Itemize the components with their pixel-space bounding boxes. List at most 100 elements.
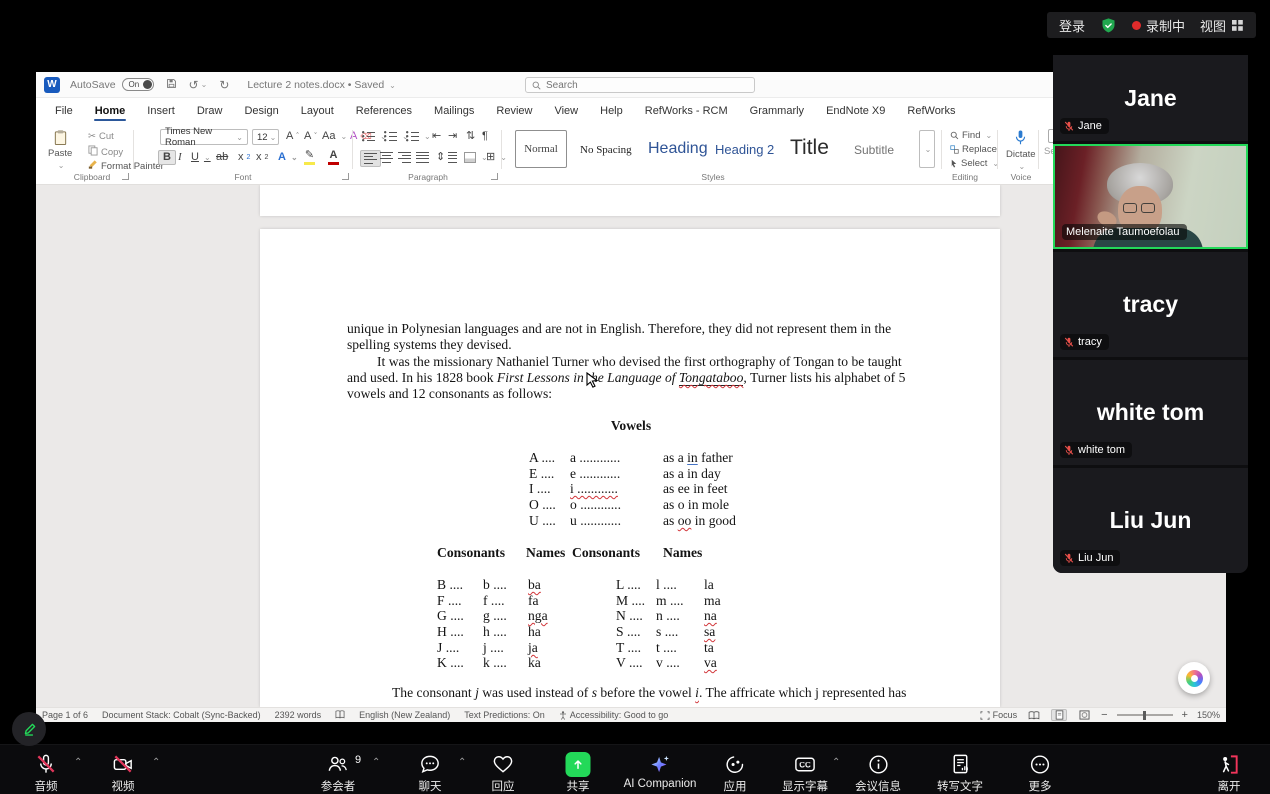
document-canvas[interactable]: unique in Polynesian languages and are n…: [36, 185, 1226, 707]
tab-grammarly[interactable]: Grammarly: [739, 99, 815, 123]
more-button[interactable]: 更多: [1029, 752, 1052, 794]
bullets-button[interactable]: ⌄: [362, 131, 387, 142]
page-indicator[interactable]: Page 1 of 6: [42, 710, 88, 720]
tab-draw[interactable]: Draw: [186, 99, 234, 123]
captions-button[interactable]: CC 显示字幕: [782, 752, 828, 794]
search-box[interactable]: [525, 77, 755, 93]
align-left-button[interactable]: [360, 150, 381, 167]
superscript-button[interactable]: x2: [256, 152, 268, 163]
replace-button[interactable]: Replace: [950, 144, 997, 155]
style-no-spacing[interactable]: No Spacing: [580, 144, 632, 156]
font-dialog-launcher-icon[interactable]: [342, 173, 349, 180]
dictate-button[interactable]: Dictate⌄: [1006, 129, 1036, 171]
participant-video-tile[interactable]: Melenaite Taumoefolau: [1053, 144, 1248, 249]
underline-button[interactable]: U⌄: [191, 152, 211, 163]
grow-font-button[interactable]: Aˆ: [286, 131, 299, 142]
tab-layout[interactable]: Layout: [290, 99, 345, 123]
style-heading2[interactable]: Heading 2: [715, 142, 774, 157]
highlight-button[interactable]: ✎: [304, 150, 315, 165]
font-name-select[interactable]: Times New Roman⌄: [160, 129, 248, 145]
tab-mailings[interactable]: Mailings: [423, 99, 485, 123]
tab-insert[interactable]: Insert: [136, 99, 186, 123]
search-input[interactable]: [546, 80, 748, 91]
autosave-toggle[interactable]: On: [122, 78, 154, 91]
tab-refworks-rcm[interactable]: RefWorks - RCM: [634, 99, 739, 123]
participants-options-chevron-icon[interactable]: ⌃: [372, 757, 380, 768]
web-layout-button[interactable]: [1076, 709, 1092, 721]
audio-options-chevron-icon[interactable]: ⌃: [74, 757, 82, 768]
shading-button[interactable]: ⌄: [464, 152, 488, 163]
change-case-button[interactable]: Aa⌄: [322, 131, 347, 142]
chat-button[interactable]: 聊天: [419, 752, 442, 794]
clipboard-dialog-launcher-icon[interactable]: [122, 173, 129, 180]
copilot-button[interactable]: [1178, 662, 1210, 694]
zoom-slider-handle[interactable]: [1143, 711, 1146, 720]
apps-button[interactable]: 应用: [724, 752, 747, 794]
word-count[interactable]: 2392 words: [275, 710, 322, 720]
find-button[interactable]: Find⌄: [950, 130, 992, 141]
text-effects-button[interactable]: A⌄: [278, 152, 298, 163]
share-button[interactable]: 共享: [566, 752, 591, 794]
participant-tile-jane[interactable]: Jane Jane: [1053, 55, 1248, 141]
strikethrough-button[interactable]: ab: [216, 152, 228, 163]
focus-button[interactable]: Focus: [980, 710, 1018, 720]
read-mode-button[interactable]: [1026, 709, 1042, 721]
sort-button[interactable]: ⇅: [466, 131, 475, 142]
bold-button[interactable]: B: [158, 150, 176, 165]
view-button[interactable]: 视图: [1200, 16, 1244, 35]
participant-tile-tracy[interactable]: tracy tracy: [1053, 252, 1248, 357]
undo-chevron-icon[interactable]: ⌄: [201, 80, 208, 89]
zoom-level[interactable]: 150%: [1197, 710, 1220, 720]
tab-endnote[interactable]: EndNote X9: [815, 99, 896, 123]
italic-button[interactable]: I: [178, 152, 182, 163]
multilevel-list-button[interactable]: ⌄: [406, 131, 431, 142]
paragraph-dialog-launcher-icon[interactable]: [491, 173, 498, 180]
shrink-font-button[interactable]: Aˇ: [304, 131, 317, 142]
tab-design[interactable]: Design: [233, 99, 289, 123]
saved-chevron-icon[interactable]: ⌄: [389, 81, 396, 90]
tab-refworks[interactable]: RefWorks: [896, 99, 966, 123]
ai-companion-button[interactable]: AI Companion: [624, 752, 697, 790]
select-button[interactable]: Select⌄: [950, 158, 999, 169]
subscript-button[interactable]: x2: [238, 152, 250, 163]
redo-icon[interactable]: ↻: [219, 79, 229, 91]
audio-button[interactable]: 音频: [35, 752, 58, 794]
print-layout-button[interactable]: [1051, 709, 1067, 721]
font-size-select[interactable]: 12⌄: [252, 129, 279, 145]
video-button[interactable]: 视频: [112, 752, 135, 794]
participants-button[interactable]: 参会者: [321, 752, 356, 794]
save-icon[interactable]: [166, 78, 177, 91]
transcript-button[interactable]: 转写文字: [937, 752, 983, 794]
captions-options-chevron-icon[interactable]: ⌃: [832, 757, 840, 768]
login-button[interactable]: 登录: [1059, 16, 1085, 35]
cut-button[interactable]: ✂Cut: [88, 131, 114, 142]
zoom-in-button[interactable]: +: [1182, 709, 1188, 721]
tab-file[interactable]: File: [44, 99, 84, 123]
borders-button[interactable]: ⊞⌄: [486, 152, 507, 163]
tab-references[interactable]: References: [345, 99, 423, 123]
copy-button[interactable]: Copy: [88, 145, 123, 159]
style-title[interactable]: Title: [790, 136, 829, 160]
language-indicator[interactable]: English (New Zealand): [359, 710, 450, 720]
numbering-button[interactable]: ⌄: [384, 131, 409, 142]
text-predictions[interactable]: Text Predictions: On: [464, 710, 545, 720]
zoom-out-button[interactable]: −: [1101, 709, 1107, 721]
participant-tile-liu-jun[interactable]: Liu Jun Liu Jun: [1053, 468, 1248, 573]
leave-button[interactable]: 离开: [1218, 752, 1241, 794]
decrease-indent-button[interactable]: ⇤: [432, 131, 441, 142]
accessibility-status[interactable]: Accessibility: Good to go: [559, 710, 669, 720]
tab-review[interactable]: Review: [485, 99, 543, 123]
chat-options-chevron-icon[interactable]: ⌃: [458, 757, 466, 768]
increase-indent-button[interactable]: ⇥: [448, 131, 457, 142]
font-color-button[interactable]: A: [328, 150, 339, 165]
tab-home[interactable]: Home: [84, 99, 137, 123]
styles-gallery-more-button[interactable]: ⌄: [919, 130, 935, 168]
tab-help[interactable]: Help: [589, 99, 634, 123]
meeting-info-button[interactable]: 会议信息: [855, 752, 901, 794]
video-options-chevron-icon[interactable]: ⌃: [152, 757, 160, 768]
zoom-slider[interactable]: [1117, 714, 1173, 716]
show-marks-button[interactable]: ¶: [482, 131, 488, 142]
document-stack[interactable]: Document Stack: Cobalt (Sync-Backed): [102, 710, 261, 720]
undo-icon[interactable]: ↺: [189, 79, 199, 91]
participant-tile-white-tom[interactable]: white tom white tom: [1053, 360, 1248, 465]
